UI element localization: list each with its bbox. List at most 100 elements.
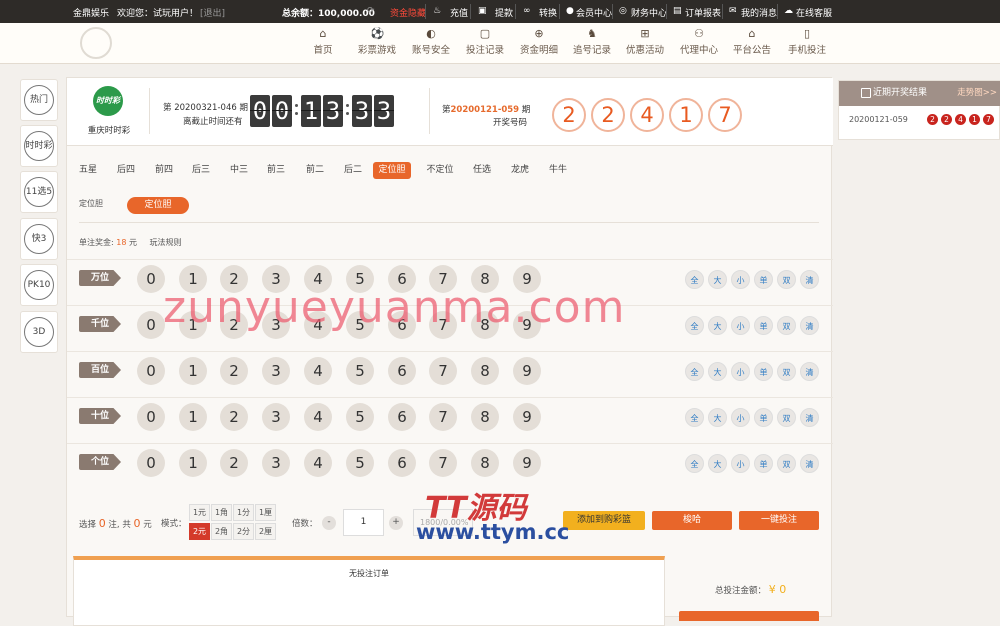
- quick-filter-button[interactable]: 大: [708, 270, 727, 289]
- number-ball[interactable]: 7: [429, 449, 457, 477]
- number-ball[interactable]: 9: [513, 403, 541, 431]
- number-ball[interactable]: 4: [304, 449, 332, 477]
- number-ball[interactable]: 4: [304, 357, 332, 385]
- online-service-link[interactable]: 在线客服: [796, 6, 832, 19]
- number-ball[interactable]: 2: [220, 403, 248, 431]
- category-pk10[interactable]: PK10: [20, 264, 58, 306]
- number-ball[interactable]: 9: [513, 449, 541, 477]
- unit-button[interactable]: 2元: [189, 523, 210, 540]
- transfer-link[interactable]: 转换: [539, 6, 557, 19]
- category-11x5[interactable]: 11选5: [20, 171, 58, 213]
- quick-filter-button[interactable]: 大: [708, 408, 727, 427]
- trend-chart-link[interactable]: 走势图>>: [957, 81, 997, 106]
- number-ball[interactable]: 1: [179, 449, 207, 477]
- sub-play-button[interactable]: 定位胆: [127, 197, 189, 214]
- number-ball[interactable]: 0: [137, 311, 165, 339]
- multiple-plus-button[interactable]: +: [389, 516, 403, 530]
- rules-link[interactable]: 玩法规则: [150, 238, 182, 247]
- number-ball[interactable]: 7: [429, 357, 457, 385]
- quick-filter-button[interactable]: 清: [800, 454, 819, 473]
- tab-8[interactable]: 定位胆: [373, 162, 411, 179]
- number-ball[interactable]: 5: [346, 403, 374, 431]
- nav-agent-center[interactable]: ⚇ 代理中心: [669, 27, 729, 56]
- number-ball[interactable]: 0: [137, 403, 165, 431]
- nav-chase-records[interactable]: ♞ 追号记录: [562, 27, 622, 56]
- quick-filter-button[interactable]: 单: [754, 408, 773, 427]
- quick-filter-button[interactable]: 双: [777, 362, 796, 381]
- unit-button[interactable]: 1元: [189, 504, 210, 521]
- nav-announcements[interactable]: ⌂ 平台公告: [722, 27, 782, 56]
- quick-filter-button[interactable]: 全: [685, 270, 704, 289]
- nav-promotions[interactable]: ⊞ 优惠活动: [615, 27, 675, 56]
- number-ball[interactable]: 1: [179, 357, 207, 385]
- number-ball[interactable]: 5: [346, 449, 374, 477]
- number-ball[interactable]: 8: [471, 403, 499, 431]
- number-ball[interactable]: 6: [388, 357, 416, 385]
- quick-filter-button[interactable]: 双: [777, 316, 796, 335]
- unit-button[interactable]: 2角: [211, 523, 232, 540]
- number-ball[interactable]: 6: [388, 403, 416, 431]
- tab-5[interactable]: 前三: [265, 162, 287, 179]
- tab-1[interactable]: 后四: [115, 162, 137, 179]
- unit-button[interactable]: 2分: [233, 523, 254, 540]
- tab-7[interactable]: 后二: [342, 162, 364, 179]
- unit-button[interactable]: 1角: [211, 504, 232, 521]
- add-to-cart-button[interactable]: 添加到购彩篮: [563, 511, 645, 530]
- all-in-button[interactable]: 梭哈: [652, 511, 732, 530]
- quick-filter-button[interactable]: 单: [754, 454, 773, 473]
- quick-filter-button[interactable]: 全: [685, 454, 704, 473]
- number-ball[interactable]: 9: [513, 357, 541, 385]
- multiple-minus-button[interactable]: -: [322, 516, 336, 530]
- unit-button[interactable]: 1分: [233, 504, 254, 521]
- category-k3[interactable]: 快3: [20, 218, 58, 260]
- order-report-link[interactable]: 订单报表: [685, 6, 721, 19]
- quick-filter-button[interactable]: 清: [800, 408, 819, 427]
- nav-mobile-bet[interactable]: ▯ 手机投注: [777, 27, 837, 56]
- quick-filter-button[interactable]: 单: [754, 362, 773, 381]
- number-ball[interactable]: 3: [262, 403, 290, 431]
- tab-9[interactable]: 不定位: [423, 162, 457, 179]
- quick-filter-button[interactable]: 单: [754, 270, 773, 289]
- tab-3[interactable]: 后三: [190, 162, 212, 179]
- unit-button[interactable]: 2厘: [255, 523, 276, 540]
- nav-fund-details[interactable]: ⊕ 资金明细: [509, 27, 569, 56]
- quick-filter-button[interactable]: 小: [731, 270, 750, 289]
- quick-filter-button[interactable]: 清: [800, 362, 819, 381]
- category-hot[interactable]: 热门: [20, 79, 58, 121]
- quick-filter-button[interactable]: 双: [777, 454, 796, 473]
- tab-11[interactable]: 龙虎: [509, 162, 531, 179]
- number-ball[interactable]: 7: [429, 403, 457, 431]
- number-ball[interactable]: 3: [262, 449, 290, 477]
- finance-center-link[interactable]: 财务中心: [631, 6, 667, 19]
- refresh-icon[interactable]: ⟳: [367, 6, 375, 16]
- tab-4[interactable]: 中三: [228, 162, 250, 179]
- multiple-input[interactable]: 1: [343, 509, 384, 536]
- site-logo[interactable]: [80, 27, 112, 59]
- quick-filter-button[interactable]: 大: [708, 316, 727, 335]
- number-ball[interactable]: 8: [471, 357, 499, 385]
- number-ball[interactable]: 0: [137, 449, 165, 477]
- quick-filter-button[interactable]: 清: [800, 270, 819, 289]
- quick-filter-button[interactable]: 清: [800, 316, 819, 335]
- tab-12[interactable]: 牛牛: [547, 162, 569, 179]
- number-ball[interactable]: 0: [137, 265, 165, 293]
- member-center-link[interactable]: 会员中心: [576, 6, 612, 19]
- nav-lottery[interactable]: ⚽ 彩票游戏: [347, 27, 407, 56]
- nav-bet-records[interactable]: ▢ 投注记录: [455, 27, 515, 56]
- nav-account-security[interactable]: ◐ 账号安全: [401, 27, 461, 56]
- category-ssc[interactable]: 时时彩: [20, 125, 58, 167]
- number-ball[interactable]: 6: [388, 449, 416, 477]
- tab-6[interactable]: 前二: [304, 162, 326, 179]
- quick-filter-button[interactable]: 小: [731, 362, 750, 381]
- number-ball[interactable]: 2: [220, 449, 248, 477]
- quick-filter-button[interactable]: 小: [731, 316, 750, 335]
- quick-filter-button[interactable]: 大: [708, 362, 727, 381]
- number-ball[interactable]: 0: [137, 357, 165, 385]
- quick-filter-button[interactable]: 大: [708, 454, 727, 473]
- quick-filter-button[interactable]: 全: [685, 316, 704, 335]
- recharge-link[interactable]: 充值: [450, 6, 468, 19]
- quick-filter-button[interactable]: 双: [777, 408, 796, 427]
- quick-filter-button[interactable]: 单: [754, 316, 773, 335]
- hide-funds-button[interactable]: 资金隐藏: [390, 6, 426, 19]
- number-ball[interactable]: 4: [304, 403, 332, 431]
